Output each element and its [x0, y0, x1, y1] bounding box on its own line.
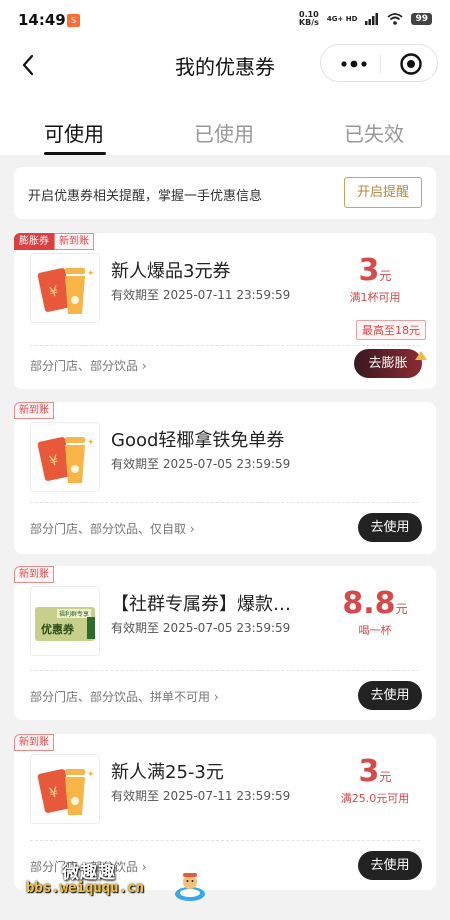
coupon-condition: 喝一杯	[358, 624, 392, 637]
coupon-tags: 膨胀券 新到账	[14, 233, 94, 250]
network-speed-unit: KB/s	[298, 18, 319, 27]
coupon-image-badge: 福利群专享	[56, 609, 91, 618]
card-divider	[30, 502, 420, 503]
use-coupon-button[interactable]: 去使用	[358, 851, 422, 880]
coupon-amount: 8.8元	[330, 586, 420, 621]
more-options-icon[interactable]	[339, 57, 369, 71]
wifi-icon	[387, 13, 404, 25]
green-coupon-image: 福利群专享 优惠券	[35, 607, 95, 641]
signal-label: 4G+ HD	[326, 15, 358, 23]
coupon-thumbnail: ¥ ✦	[30, 253, 100, 323]
coupon-thumbnail: ¥ ✦	[30, 422, 100, 492]
red-packet-drink-icon: ¥ ✦	[37, 437, 95, 483]
coupon-scope-link[interactable]: 部分门店、部分饮品、仅自取 ›	[30, 520, 195, 537]
coupon-scope-link[interactable]: 部分门店、部分饮品 ›	[30, 357, 147, 374]
svg-text:✦: ✦	[87, 770, 95, 780]
card-divider	[30, 345, 420, 346]
arrow-up-icon	[415, 351, 427, 360]
max-amount-badge: 最高至18元	[356, 320, 426, 340]
tag-new-arrival: 新到账	[14, 734, 54, 751]
active-tab-indicator	[44, 152, 106, 155]
use-coupon-button[interactable]: 去使用	[358, 681, 422, 710]
svg-text:✦: ✦	[87, 438, 95, 448]
coupon-image-label: 优惠券	[41, 623, 74, 636]
coupon-scope-link[interactable]: 部分门店、部分饮品、拼单不可用 ›	[30, 688, 219, 705]
coupon-tags: 新到账	[14, 566, 54, 583]
coupon-card[interactable]: 新到账 ¥ ✦ Good轻椰拿铁免单券 有效期至 2025-07-05 23:5…	[14, 402, 436, 554]
coupon-title: 【社群专属券】爆款…	[111, 594, 291, 615]
coupon-tags: 新到账	[14, 402, 54, 419]
coupon-validity: 有效期至 2025-07-11 23:59:59	[111, 789, 291, 803]
reminder-text: 开启优惠券相关提醒，掌握一手优惠信息	[28, 189, 263, 204]
coupon-amount-value: 8.8	[342, 586, 396, 621]
coupon-tags: 新到账	[14, 734, 54, 751]
tag-new-arrival: 新到账	[14, 402, 54, 419]
coupon-validity: 有效期至 2025-07-11 23:59:59	[111, 288, 291, 302]
watermark-mascot-icon	[175, 873, 205, 901]
status-time: 14:49	[18, 11, 66, 29]
tab-available[interactable]: 可使用	[44, 118, 104, 147]
coupon-amount-unit: 元	[395, 602, 408, 616]
coupon-card[interactable]: 新到账 福利群专享 优惠券 【社群专属券】爆款… 有效期至 2025-07-05…	[14, 566, 436, 720]
signal-icon	[365, 13, 379, 25]
tag-new-arrival: 新到账	[54, 233, 94, 250]
coupon-amount-unit: 元	[379, 770, 392, 784]
coupon-amount-unit: 元	[379, 269, 392, 283]
enable-reminder-button[interactable]: 开启提醒	[344, 177, 422, 208]
red-packet-drink-icon: ¥ ✦	[37, 769, 95, 815]
card-divider	[30, 840, 420, 841]
close-miniprogram-icon[interactable]	[399, 52, 423, 76]
miniprogram-capsule	[320, 44, 438, 82]
coupon-card[interactable]: 膨胀券 新到账 ¥ ✦ 新人爆品3元券 有效期至 2025-07-11 23:5…	[14, 233, 436, 389]
coupon-condition: 满1杯可用	[349, 291, 401, 304]
coupon-amount-value: 3	[358, 253, 380, 288]
coupon-thumbnail: 福利群专享 优惠券	[30, 586, 100, 656]
network-speed: 0.10 KB/s	[299, 11, 319, 27]
use-coupon-button[interactable]: 去使用	[358, 513, 422, 542]
coupon-image-stripe	[87, 617, 95, 639]
red-packet-drink-icon: ¥ ✦	[37, 268, 95, 314]
status-bar: 14:49 S 0.10 KB/s 4G+ HD 99	[0, 0, 450, 40]
tab-used[interactable]: 已使用	[194, 118, 254, 147]
capsule-divider	[380, 55, 381, 73]
coupon-validity: 有效期至 2025-07-05 23:59:59	[111, 621, 291, 635]
card-divider	[30, 670, 420, 671]
coupon-tabs: 可使用 已使用 已失效	[0, 90, 450, 155]
reminder-banner: 开启优惠券相关提醒，掌握一手优惠信息 开启提醒	[14, 167, 436, 219]
notification-app-icon: S	[67, 14, 80, 27]
coupon-title: Good轻椰拿铁免单券	[111, 430, 285, 451]
coupon-amount: 3元	[330, 754, 420, 789]
tag-expand-coupon: 膨胀券	[14, 233, 54, 250]
coupon-amount: 3元	[330, 253, 420, 288]
battery-icon: 99	[411, 13, 432, 25]
coupon-title: 新人爆品3元券	[111, 261, 231, 282]
coupon-validity: 有效期至 2025-07-05 23:59:59	[111, 457, 291, 471]
tab-expired[interactable]: 已失效	[344, 118, 404, 147]
svg-text:✦: ✦	[87, 269, 95, 279]
nav-bar: 我的优惠券	[0, 40, 450, 90]
coupon-amount-value: 3	[358, 754, 380, 789]
coupon-thumbnail: ¥ ✦	[30, 754, 100, 824]
coupon-title: 新人满25-3元	[111, 762, 224, 783]
status-indicators: 0.10 KB/s 4G+ HD 99	[299, 11, 432, 27]
watermark: 微趣趣 bbs.weiququ.cn	[20, 856, 210, 910]
tag-new-arrival: 新到账	[14, 566, 54, 583]
watermark-url: bbs.weiququ.cn	[26, 880, 145, 896]
coupon-condition: 满25.0元可用	[340, 792, 410, 805]
